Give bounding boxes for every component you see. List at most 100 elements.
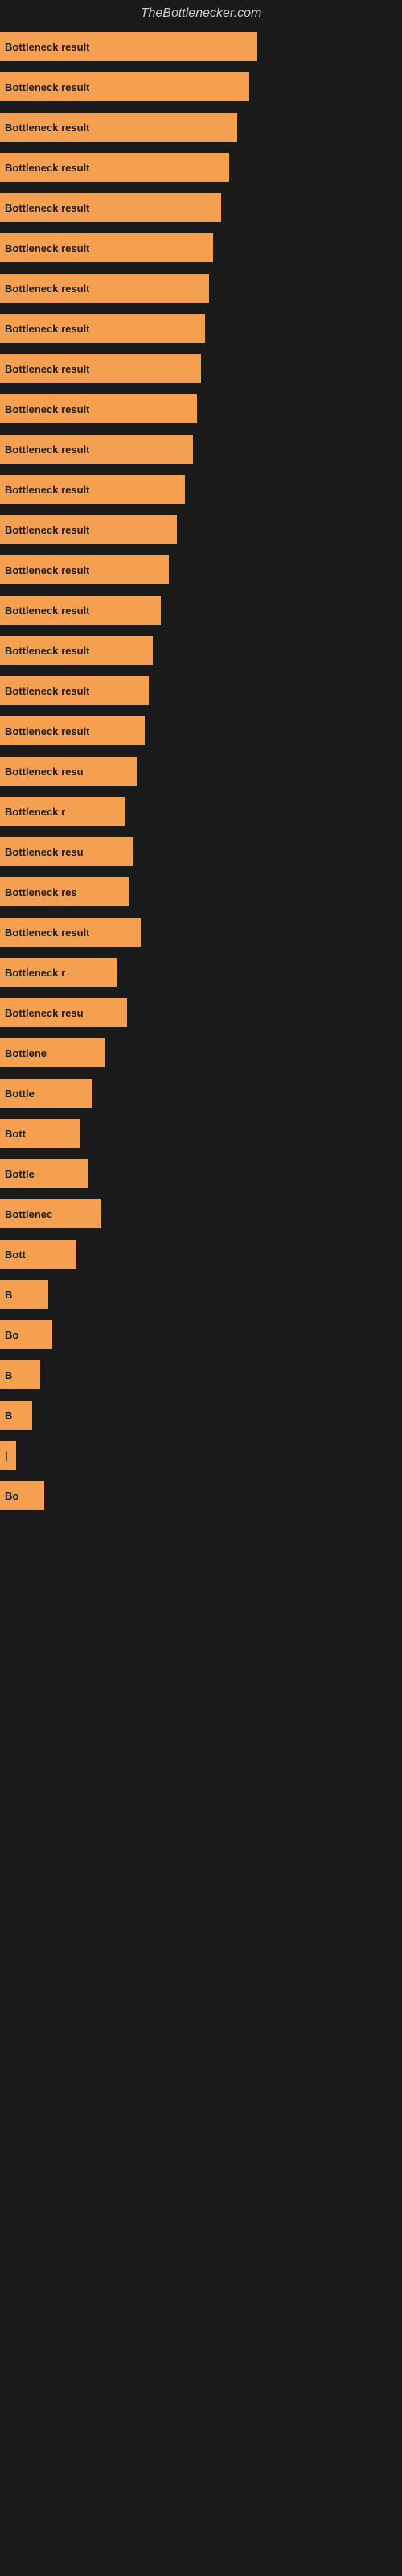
bar-row: Bottle xyxy=(0,1154,402,1193)
bar-label-28: Bottle xyxy=(5,1168,35,1180)
bar-17[interactable]: Bottleneck result xyxy=(0,716,145,745)
bar-row: Bottlenec xyxy=(0,1195,402,1233)
bar-24[interactable]: Bottleneck resu xyxy=(0,998,127,1027)
bar-row: Bottleneck result xyxy=(0,913,402,952)
bar-label-14: Bottleneck result xyxy=(5,605,89,617)
bar-1[interactable]: Bottleneck result xyxy=(0,72,249,101)
bar-label-19: Bottleneck r xyxy=(5,806,65,818)
bar-label-33: B xyxy=(5,1369,12,1381)
bar-33[interactable]: B xyxy=(0,1360,40,1389)
bar-row: Bottleneck result xyxy=(0,712,402,750)
bar-11[interactable]: Bottleneck result xyxy=(0,475,185,504)
bar-label-22: Bottleneck result xyxy=(5,927,89,939)
bar-label-31: B xyxy=(5,1289,12,1301)
bar-15[interactable]: Bottleneck result xyxy=(0,636,153,665)
bar-0[interactable]: Bottleneck result xyxy=(0,32,257,61)
bar-row: Bottleneck result xyxy=(0,470,402,509)
bar-28[interactable]: Bottle xyxy=(0,1159,88,1188)
bar-18[interactable]: Bottleneck resu xyxy=(0,757,137,786)
bar-label-15: Bottleneck result xyxy=(5,645,89,657)
bar-row: Bottleneck resu xyxy=(0,752,402,791)
bar-label-36: Bo xyxy=(5,1490,18,1502)
bar-label-17: Bottleneck result xyxy=(5,725,89,737)
bar-row: Bottle xyxy=(0,1074,402,1113)
bar-label-30: Bott xyxy=(5,1249,26,1261)
bar-row: Bo xyxy=(0,1315,402,1354)
bar-21[interactable]: Bottleneck res xyxy=(0,877,129,906)
bar-row: Bottleneck r xyxy=(0,792,402,831)
bar-7[interactable]: Bottleneck result xyxy=(0,314,205,343)
bar-label-11: Bottleneck result xyxy=(5,484,89,496)
bar-row: Bottleneck result xyxy=(0,148,402,187)
bar-6[interactable]: Bottleneck result xyxy=(0,274,209,303)
bar-row: Bott xyxy=(0,1235,402,1274)
bar-36[interactable]: Bo xyxy=(0,1481,44,1510)
bar-27[interactable]: Bott xyxy=(0,1119,80,1148)
bar-32[interactable]: Bo xyxy=(0,1320,52,1349)
bar-row: Bottleneck resu xyxy=(0,993,402,1032)
bar-label-26: Bottle xyxy=(5,1088,35,1100)
bar-label-16: Bottleneck result xyxy=(5,685,89,697)
bar-label-1: Bottleneck result xyxy=(5,81,89,93)
bar-12[interactable]: Bottleneck result xyxy=(0,515,177,544)
bar-30[interactable]: Bott xyxy=(0,1240,76,1269)
bar-row: Bottleneck result xyxy=(0,349,402,388)
bar-label-7: Bottleneck result xyxy=(5,323,89,335)
bar-row: Bottleneck result xyxy=(0,269,402,308)
bar-row: Bottleneck result xyxy=(0,27,402,66)
bar-29[interactable]: Bottlenec xyxy=(0,1199,100,1228)
bar-label-25: Bottlene xyxy=(5,1047,47,1059)
bar-row: Bottleneck result xyxy=(0,108,402,147)
bar-10[interactable]: Bottleneck result xyxy=(0,435,193,464)
bar-9[interactable]: Bottleneck result xyxy=(0,394,197,423)
bar-label-32: Bo xyxy=(5,1329,18,1341)
bar-20[interactable]: Bottleneck resu xyxy=(0,837,133,866)
bar-row: Bottleneck resu xyxy=(0,832,402,871)
bar-5[interactable]: Bottleneck result xyxy=(0,233,213,262)
bar-row: Bottlene xyxy=(0,1034,402,1072)
bar-label-0: Bottleneck result xyxy=(5,41,89,53)
bar-label-12: Bottleneck result xyxy=(5,524,89,536)
bar-26[interactable]: Bottle xyxy=(0,1079,92,1108)
bar-label-2: Bottleneck result xyxy=(5,122,89,134)
bar-row: Bottleneck result xyxy=(0,229,402,267)
bar-label-6: Bottleneck result xyxy=(5,283,89,295)
bar-34[interactable]: B xyxy=(0,1401,32,1430)
bar-label-34: B xyxy=(5,1410,12,1422)
bar-35[interactable]: | xyxy=(0,1441,16,1470)
bar-31[interactable]: B xyxy=(0,1280,48,1309)
bar-row: B xyxy=(0,1275,402,1314)
bar-label-4: Bottleneck result xyxy=(5,202,89,214)
bar-row: Bottleneck result xyxy=(0,188,402,227)
bar-label-27: Bott xyxy=(5,1128,26,1140)
bar-row: B xyxy=(0,1356,402,1394)
bar-label-29: Bottlenec xyxy=(5,1208,52,1220)
bar-23[interactable]: Bottleneck r xyxy=(0,958,117,987)
bar-row: Bottleneck result xyxy=(0,671,402,710)
bar-row: Bottleneck r xyxy=(0,953,402,992)
bar-row: Bottleneck result xyxy=(0,591,402,630)
bar-label-20: Bottleneck resu xyxy=(5,846,84,858)
bar-row: Bottleneck result xyxy=(0,510,402,549)
bar-14[interactable]: Bottleneck result xyxy=(0,596,161,625)
bar-8[interactable]: Bottleneck result xyxy=(0,354,201,383)
bar-row: | xyxy=(0,1436,402,1475)
bar-13[interactable]: Bottleneck result xyxy=(0,555,169,584)
bar-label-23: Bottleneck r xyxy=(5,967,65,979)
bar-row: Bottleneck result xyxy=(0,390,402,428)
bar-label-24: Bottleneck resu xyxy=(5,1007,84,1019)
site-title: TheBottlenecker.com xyxy=(0,0,402,27)
bar-22[interactable]: Bottleneck result xyxy=(0,918,141,947)
bar-row: Bottleneck result xyxy=(0,551,402,589)
bar-row: B xyxy=(0,1396,402,1435)
bar-25[interactable]: Bottlene xyxy=(0,1038,105,1067)
bar-row: Bottleneck result xyxy=(0,309,402,348)
bar-19[interactable]: Bottleneck r xyxy=(0,797,125,826)
bar-row: Bottleneck res xyxy=(0,873,402,911)
bar-4[interactable]: Bottleneck result xyxy=(0,193,221,222)
bar-2[interactable]: Bottleneck result xyxy=(0,113,237,142)
bar-label-9: Bottleneck result xyxy=(5,403,89,415)
bar-3[interactable]: Bottleneck result xyxy=(0,153,229,182)
bar-16[interactable]: Bottleneck result xyxy=(0,676,149,705)
bar-label-21: Bottleneck res xyxy=(5,886,77,898)
